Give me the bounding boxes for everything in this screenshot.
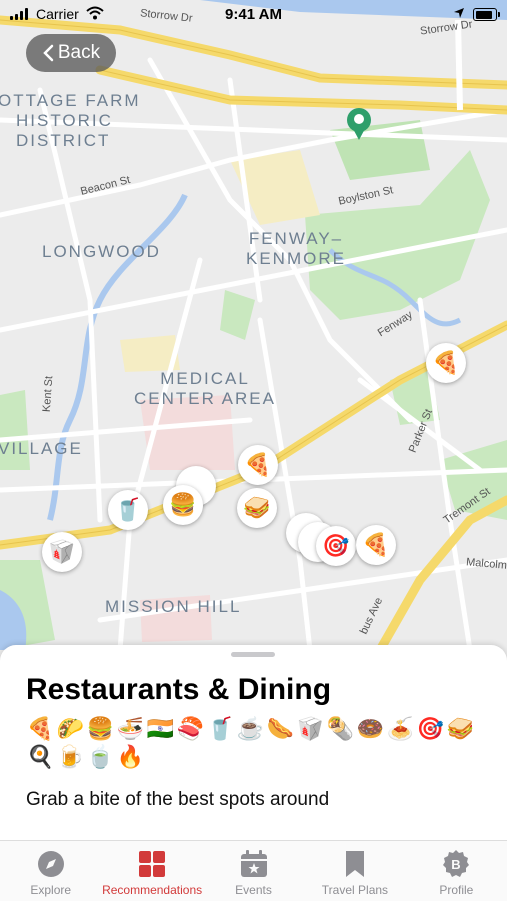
emoji-burger: 🍔	[86, 716, 116, 741]
map-pin-pizza[interactable]: 🍕	[238, 445, 278, 485]
emoji-hotdog: 🌭	[266, 716, 296, 741]
map-pin-drink[interactable]: 🥤	[108, 490, 148, 530]
emoji-pasta: 🍝	[386, 716, 416, 741]
tab-explore[interactable]: Explore	[0, 841, 101, 901]
area-label-mission-hill: MISSION HILL	[105, 597, 242, 616]
category-sheet[interactable]: Restaurants & Dining 🍕🌮🍔🍜🇮🇳🍣🥤☕🌭🥡🌯🍩🍝🎯🥪 🍳🍺…	[0, 645, 507, 845]
emoji-drink: 🥤	[206, 716, 236, 741]
emoji-taco: 🌮	[56, 716, 86, 741]
sheet-grabber[interactable]	[231, 652, 275, 657]
area-label-line: DISTRICT	[16, 131, 111, 150]
location-arrow-icon	[454, 8, 464, 18]
street-label: Kent St	[40, 375, 56, 413]
emoji-donut: 🍩	[356, 716, 386, 741]
tab-bar: Explore Recommendations Events Travel Pl…	[0, 840, 507, 901]
area-label-cottage-farm: OTTAGE FARM HISTORIC DISTRICT	[0, 91, 141, 151]
tab-label: Profile	[439, 883, 474, 897]
tab-label: Travel Plans	[321, 883, 389, 897]
area-label-longwood: LONGWOOD	[42, 242, 161, 261]
chevron-left-icon	[43, 44, 54, 62]
area-label-fenway-kenmore: FENWAY– KENMORE	[246, 229, 346, 269]
tab-profile[interactable]: B Profile	[406, 841, 507, 901]
back-button[interactable]: Back	[26, 34, 116, 72]
svg-text:B: B	[452, 857, 461, 872]
back-label: Back	[57, 42, 101, 63]
emoji-takeout: 🥡	[296, 716, 326, 741]
map-pin-pizza[interactable]: 🍕	[426, 343, 466, 383]
emoji-burrito: 🌯	[326, 716, 356, 741]
tab-label: Events	[235, 883, 272, 897]
emoji-egg: 🍳	[26, 744, 56, 769]
area-label-line: KENMORE	[246, 249, 346, 268]
tab-label: Explore	[30, 883, 72, 897]
area-label-line: CENTER AREA	[134, 389, 276, 408]
emoji-noodles: 🍜	[116, 716, 146, 741]
emoji-coffee: ☕	[236, 716, 266, 741]
emoji-tea: 🍵	[86, 744, 116, 769]
map-pin-burger[interactable]: 🍔	[163, 485, 203, 525]
area-label-line: MEDICAL	[160, 369, 250, 388]
map-pin-sandwich[interactable]: 🥪	[237, 488, 277, 528]
tab-travel-plans[interactable]: Travel Plans	[304, 841, 405, 901]
emoji-sushi: 🍣	[176, 716, 206, 741]
map-pin-pizza[interactable]: 🍕	[356, 525, 396, 565]
area-label-village: VILLAGE	[0, 439, 83, 458]
tab-events[interactable]: Events	[203, 841, 304, 901]
emoji-beer: 🍺	[56, 744, 86, 769]
bookmark-icon	[345, 851, 364, 877]
badge-icon: B	[443, 850, 470, 877]
tab-label: Recommendations	[102, 883, 203, 897]
area-label-line: OTTAGE FARM	[0, 91, 141, 110]
category-emoji-row: 🍳🍺🍵🔥	[26, 743, 146, 771]
area-label-line: FENWAY–	[248, 229, 344, 248]
tab-recommendations[interactable]: Recommendations	[101, 841, 202, 901]
battery-icon	[473, 8, 500, 21]
category-description: Grab a bite of the best spots around	[26, 789, 330, 810]
map-pin-target[interactable]: 🎯	[316, 526, 356, 566]
emoji-pizza: 🍕	[26, 716, 56, 741]
category-emoji-row: 🍕🌮🍔🍜🇮🇳🍣🥤☕🌭🥡🌯🍩🍝🎯🥪	[26, 715, 476, 743]
map-pin-takeout[interactable]: 🥡	[42, 532, 82, 572]
area-label-line: HISTORIC	[16, 111, 113, 130]
area-label-medical-center: MEDICAL CENTER AREA	[134, 369, 276, 409]
compass-icon	[37, 851, 64, 877]
calendar-icon	[240, 850, 267, 877]
emoji-fire: 🔥	[116, 744, 146, 769]
emoji-target: 🎯	[416, 716, 446, 741]
status-time: 9:41 AM	[225, 6, 282, 23]
emoji-india-flag: 🇮🇳	[146, 716, 176, 741]
category-title: Restaurants & Dining	[26, 673, 332, 706]
grid-icon	[139, 851, 166, 877]
emoji-sandwich: 🥪	[446, 716, 476, 741]
